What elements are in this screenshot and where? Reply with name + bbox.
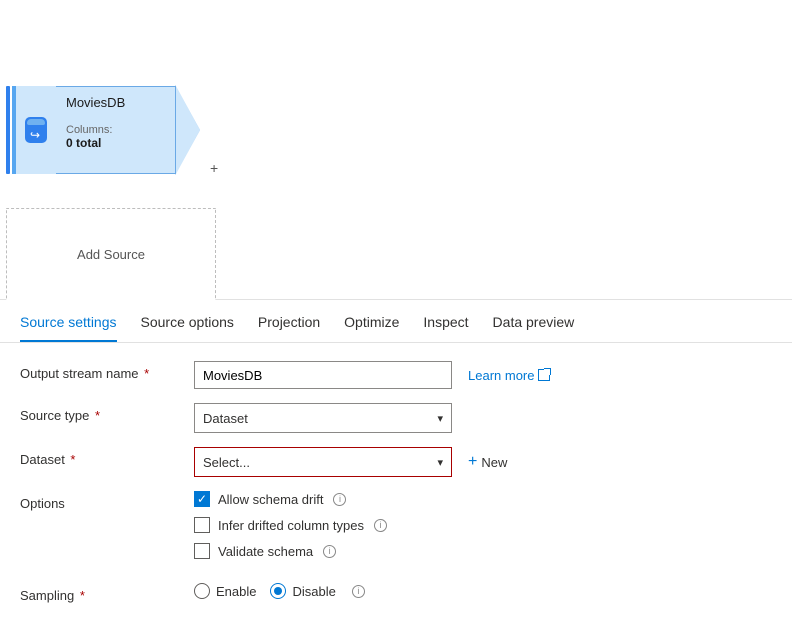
required-marker: *	[91, 408, 100, 423]
dataflow-canvas[interactable]: MoviesDB Columns: 0 total + Add Source	[0, 0, 792, 300]
node-title: MoviesDB	[66, 95, 159, 110]
new-dataset-button[interactable]: + New	[468, 453, 507, 471]
radio-dot-icon	[270, 583, 286, 599]
sampling-enable-radio[interactable]: Enable	[194, 583, 256, 599]
tab-inspect[interactable]: Inspect	[423, 314, 468, 342]
add-source-label: Add Source	[77, 247, 145, 262]
tabs: Source settings Source options Projectio…	[0, 300, 792, 343]
required-marker: *	[67, 452, 76, 467]
output-stream-input[interactable]	[194, 361, 452, 389]
options-label: Options	[20, 491, 194, 511]
tab-data-preview[interactable]: Data preview	[493, 314, 575, 342]
chevron-down-icon: ▾	[437, 412, 443, 425]
dataset-label: Dataset *	[20, 447, 194, 467]
node-columns-label: Columns:	[66, 124, 159, 136]
source-node[interactable]: MoviesDB Columns: 0 total	[6, 86, 200, 174]
source-type-select[interactable]: Dataset ▾	[194, 403, 452, 433]
output-stream-label: Output stream name *	[20, 361, 194, 381]
add-step-button[interactable]: +	[210, 160, 218, 176]
allow-schema-drift-checkbox[interactable]: ✓	[194, 491, 210, 507]
chevron-down-icon: ▾	[437, 456, 443, 469]
sampling-label: Sampling *	[20, 583, 194, 603]
info-icon[interactable]: i	[323, 545, 336, 558]
node-icon-block	[16, 86, 56, 174]
node-accent-bar	[6, 86, 10, 174]
allow-schema-drift-label: Allow schema drift	[218, 492, 323, 507]
info-icon[interactable]: i	[374, 519, 387, 532]
tab-optimize[interactable]: Optimize	[344, 314, 399, 342]
tab-source-options[interactable]: Source options	[141, 314, 234, 342]
info-icon[interactable]: i	[333, 493, 346, 506]
database-icon	[25, 117, 47, 143]
required-marker: *	[76, 588, 85, 603]
sampling-disable-radio[interactable]: Disable	[270, 583, 335, 599]
source-type-label: Source type *	[20, 403, 194, 423]
validate-schema-checkbox[interactable]	[194, 543, 210, 559]
validate-schema-label: Validate schema	[218, 544, 313, 559]
required-marker: *	[141, 366, 150, 381]
source-settings-form: Output stream name * Learn more Source t…	[0, 343, 792, 627]
external-link-icon	[538, 369, 550, 381]
learn-more-link[interactable]: Learn more	[468, 368, 550, 383]
node-arrowhead	[176, 86, 200, 174]
infer-drifted-types-label: Infer drifted column types	[218, 518, 364, 533]
radio-dot-icon	[194, 583, 210, 599]
plus-icon: +	[468, 453, 477, 471]
tab-source-settings[interactable]: Source settings	[20, 314, 117, 342]
tab-projection[interactable]: Projection	[258, 314, 320, 342]
source-type-value: Dataset	[203, 411, 248, 426]
dataset-select[interactable]: Select... ▾	[194, 447, 452, 477]
add-source-placeholder[interactable]: Add Source	[6, 208, 216, 300]
info-icon[interactable]: i	[352, 585, 365, 598]
dataset-placeholder: Select...	[203, 455, 250, 470]
infer-drifted-types-checkbox[interactable]	[194, 517, 210, 533]
node-body[interactable]: MoviesDB Columns: 0 total	[56, 86, 176, 174]
node-columns-value: 0 total	[66, 136, 159, 150]
